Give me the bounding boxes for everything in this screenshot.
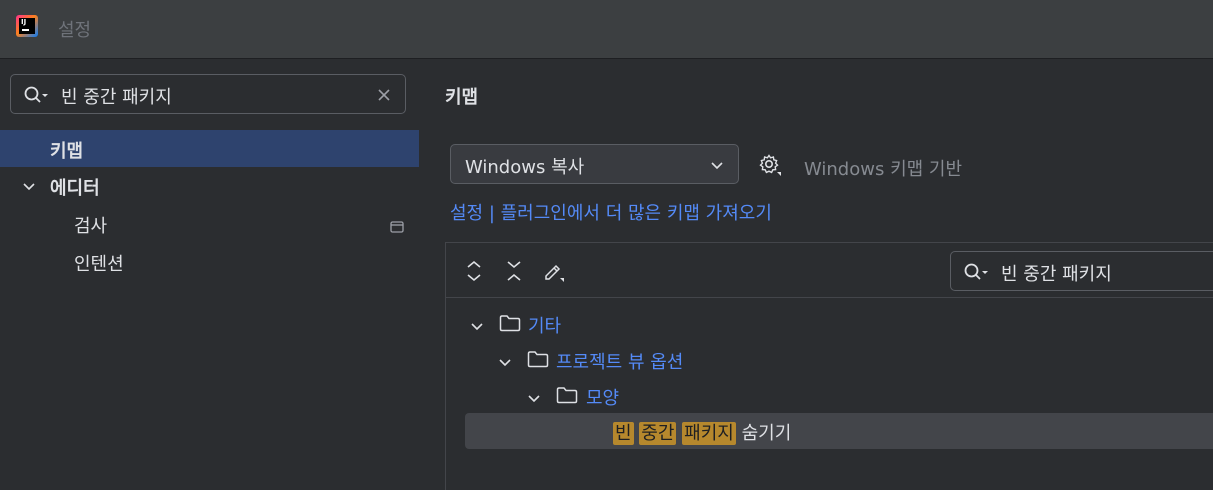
- keymap-parent-label: Windows 키맵 기반: [804, 159, 963, 180]
- search-icon[interactable]: [24, 86, 50, 108]
- sidebar-item-label: 인텐션: [74, 254, 124, 275]
- chevron-down-icon[interactable]: [498, 354, 512, 375]
- page-title: 키맵: [445, 87, 479, 108]
- keymap-dropdown-value: Windows 복사: [465, 157, 585, 178]
- window-icon: [390, 217, 404, 238]
- tree-node-other[interactable]: 기타: [446, 306, 1213, 342]
- folder-icon: [527, 350, 549, 373]
- folder-icon: [499, 314, 521, 337]
- clear-icon[interactable]: [377, 87, 391, 106]
- title-bar: IJ 설정: [0, 0, 1213, 59]
- tree-node-label: 프로젝트 뷰 옵션: [556, 352, 684, 373]
- get-keymaps-link[interactable]: 설정 | 플러그인에서 더 많은 키맵 가져오기: [450, 199, 772, 225]
- tree-node-label: 기타: [528, 316, 562, 337]
- edit-icon[interactable]: [542, 260, 566, 286]
- sidebar-item-label: 에디터: [50, 178, 100, 199]
- action-row-hide-empty-middle-packages[interactable]: 빈 중간 패키지 숨기기: [465, 413, 1213, 449]
- tree-node-project-view-options[interactable]: 프로젝트 뷰 옵션: [446, 342, 1213, 378]
- match-highlight: 중간: [639, 422, 677, 445]
- sidebar-item-editor[interactable]: 에디터: [0, 167, 419, 204]
- sidebar-item-label: 키맵: [50, 141, 84, 162]
- chevron-down-icon[interactable]: [470, 318, 484, 339]
- window-title: 설정: [58, 20, 92, 41]
- action-label: 빈 중간 패키지 숨기기: [613, 419, 791, 445]
- settings-search-input[interactable]: 빈 중간 패키지: [10, 74, 406, 114]
- expand-all-icon[interactable]: [466, 260, 482, 286]
- settings-search-value: 빈 중간 패키지: [61, 87, 172, 108]
- tree-node-appearance[interactable]: 모양: [446, 378, 1213, 414]
- chevron-down-icon[interactable]: [527, 390, 541, 411]
- keymap-actions-panel: 빈 중간 패키지 기타 프로젝트 뷰 옵션 모양 빈 중간 패키지 숨기기: [445, 242, 1213, 490]
- chevron-down-icon[interactable]: [22, 178, 36, 199]
- keymap-dropdown[interactable]: Windows 복사: [450, 144, 739, 184]
- sidebar-item-intentions[interactable]: 인텐션: [0, 243, 419, 280]
- action-search-value: 빈 중간 패키지: [1001, 264, 1112, 285]
- match-highlight: 빈: [613, 422, 634, 445]
- search-icon[interactable]: [964, 263, 990, 285]
- sidebar-item-keymap[interactable]: 키맵: [0, 130, 419, 167]
- gear-icon[interactable]: [758, 153, 782, 181]
- keymap-settings-panel: 키맵 Windows 복사 Windows 키맵 기반 설정 | 플러그인에서 …: [420, 59, 1213, 490]
- settings-sidebar: 빈 중간 패키지 키맵 에디터 검사 인텐션: [0, 59, 419, 490]
- app-logo-icon: IJ: [16, 15, 38, 37]
- tree-node-label: 모양: [586, 388, 620, 409]
- action-label-rest: 숨기기: [741, 423, 792, 444]
- sidebar-item-label: 검사: [74, 216, 108, 237]
- keymap-toolbar: 빈 중간 패키지: [446, 243, 1213, 298]
- action-search-input[interactable]: 빈 중간 패키지: [950, 251, 1213, 291]
- match-highlight: 패키지: [682, 422, 736, 445]
- folder-icon: [556, 386, 578, 409]
- collapse-all-icon[interactable]: [506, 260, 522, 286]
- sidebar-item-inspections[interactable]: 검사: [0, 205, 419, 242]
- chevron-down-icon: [710, 158, 724, 177]
